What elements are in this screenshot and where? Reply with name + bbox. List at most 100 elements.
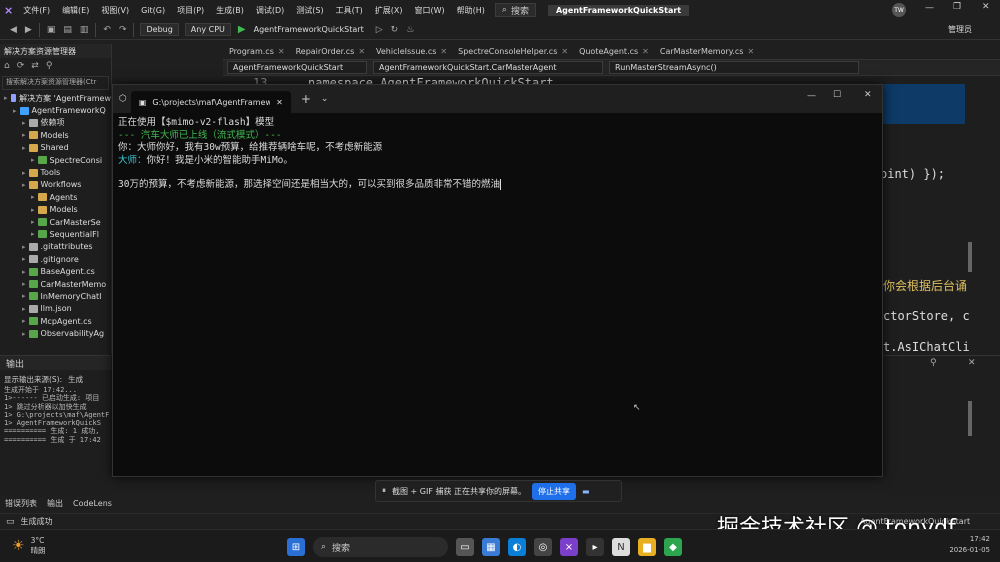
admin-label[interactable]: 管理员: [948, 24, 972, 35]
expand-chevron-icon[interactable]: ▸: [22, 169, 26, 177]
sync-icon[interactable]: ⟳: [17, 61, 25, 71]
tree-item[interactable]: ▸ Shared: [0, 142, 111, 154]
redo-icon[interactable]: ↷: [115, 25, 131, 35]
tree-item[interactable]: ▸ AgentFrameworkQ: [0, 104, 111, 116]
terminal-close-icon[interactable]: ✕: [864, 90, 872, 100]
editor-tab[interactable]: QuoteAgent.cs ✕: [573, 44, 654, 60]
new-tab-icon[interactable]: +: [301, 92, 311, 106]
menu-item[interactable]: 帮助(H): [451, 5, 491, 16]
expand-chevron-icon[interactable]: ▸: [22, 181, 26, 189]
terminal-minimize-icon[interactable]: —: [807, 91, 816, 101]
notion-icon[interactable]: N: [612, 538, 630, 556]
menu-item[interactable]: 调试(D): [250, 5, 290, 16]
menu-item[interactable]: Git(G): [135, 6, 171, 15]
nav-class[interactable]: AgentFrameworkQuickStart.CarMasterAgent: [373, 61, 603, 74]
start-icon[interactable]: ⊞: [287, 538, 305, 556]
expand-chevron-icon[interactable]: ▸: [22, 243, 26, 251]
tab-close-icon[interactable]: ✕: [747, 47, 754, 56]
tab-close-icon[interactable]: ✕: [440, 47, 447, 56]
clock[interactable]: 17:42 2026-01-05: [940, 534, 990, 556]
search-box[interactable]: ⌕ 搜索: [494, 3, 536, 17]
tab-close-icon[interactable]: ✕: [276, 98, 283, 107]
expand-chevron-icon[interactable]: ▸: [22, 280, 26, 288]
expand-chevron-icon[interactable]: ▸: [22, 317, 26, 325]
visual-studio-icon[interactable]: ⨯: [560, 538, 578, 556]
run-no-debug-icon[interactable]: ▷: [372, 25, 387, 35]
tree-item[interactable]: ▸ Agents: [0, 191, 111, 203]
tab-close-icon[interactable]: ✕: [561, 47, 568, 56]
expand-chevron-icon[interactable]: ▸: [31, 230, 35, 238]
edge-icon[interactable]: ◐: [508, 538, 526, 556]
tree-item[interactable]: ▸ SpectreConsi: [0, 154, 111, 166]
tab-error-list[interactable]: 错误列表: [0, 498, 42, 509]
tree-item[interactable]: ▸ Models: [0, 204, 111, 216]
editor-tab[interactable]: VehicleIssue.cs ✕: [370, 44, 452, 60]
screen-icon[interactable]: ▬: [582, 487, 590, 496]
nav-project[interactable]: AgentFrameworkQuickStart: [227, 61, 367, 74]
nav-member[interactable]: RunMasterStreamAsync(): [609, 61, 859, 74]
close-icon[interactable]: ✕: [982, 2, 990, 12]
tree-item[interactable]: ▸ CarMasterMemo: [0, 278, 111, 290]
pin-icon[interactable]: ⚲: [930, 358, 937, 368]
chrome-icon[interactable]: ◎: [534, 538, 552, 556]
tree-item[interactable]: ▸ 解决方案 'AgentFramew: [0, 92, 111, 104]
menu-item[interactable]: 文件(F): [17, 5, 56, 16]
tree-item[interactable]: ▸ BaseAgent.cs: [0, 265, 111, 277]
tree-item[interactable]: ▸ McpAgent.cs: [0, 315, 111, 327]
run-icon[interactable]: ▶: [238, 24, 246, 35]
tab-codelens[interactable]: CodeLens: [68, 499, 117, 508]
tab-dropdown-icon[interactable]: ⌄: [321, 94, 329, 104]
expand-chevron-icon[interactable]: ▸: [31, 218, 35, 226]
tree-item[interactable]: ▸ .gitattributes: [0, 241, 111, 253]
output-source-select[interactable]: 生成: [68, 374, 83, 385]
menu-item[interactable]: 工具(T): [330, 5, 369, 16]
expand-chevron-icon[interactable]: ▸: [22, 144, 26, 152]
tree-item[interactable]: ▸ .gitignore: [0, 253, 111, 265]
undo-icon[interactable]: ↶: [99, 25, 115, 35]
tree-item[interactable]: ▸ SequentialFl: [0, 228, 111, 240]
terminal-tab[interactable]: ▣ G:\projects\maf\AgentFramew ✕: [130, 91, 291, 113]
tree-item[interactable]: ▸ Workflows: [0, 179, 111, 191]
expand-chevron-icon[interactable]: ▸: [31, 206, 35, 214]
weather-widget[interactable]: 3°C 晴朗: [31, 536, 46, 556]
app-icon[interactable]: ◆: [664, 538, 682, 556]
tab-close-icon[interactable]: ✕: [278, 47, 285, 56]
menu-item[interactable]: 窗口(W): [409, 5, 451, 16]
editor-tab[interactable]: RepairOrder.cs ✕: [290, 44, 370, 60]
menu-item[interactable]: 项目(P): [171, 5, 210, 16]
expand-chevron-icon[interactable]: ▸: [22, 305, 26, 313]
avatar[interactable]: TW: [892, 3, 906, 17]
restore-icon[interactable]: ❐: [953, 2, 961, 12]
taskbar-search[interactable]: ⌕ 搜索: [313, 537, 448, 557]
back-icon[interactable]: ◀: [6, 25, 21, 35]
editor-tab[interactable]: SpectreConsoleHelper.cs ✕: [452, 44, 573, 60]
pause-icon[interactable]: ⏸: [382, 486, 386, 496]
file-explorer-icon[interactable]: ▆: [638, 538, 656, 556]
menu-item[interactable]: 测试(S): [290, 5, 329, 16]
menu-item[interactable]: 编辑(E): [56, 5, 95, 16]
stop-sharing-button[interactable]: 停止共享: [532, 482, 577, 500]
tree-item[interactable]: ▸ ObservabilityAg: [0, 327, 111, 339]
solution-search-input[interactable]: 搜索解决方案资源管理器(Ctr: [2, 76, 109, 90]
expand-chevron-icon[interactable]: ▸: [4, 94, 8, 102]
save-all-icon[interactable]: ▥: [76, 25, 93, 35]
menu-item[interactable]: 生成(B): [210, 5, 250, 16]
menu-item[interactable]: 扩展(X): [369, 5, 409, 16]
tree-item[interactable]: ▸ InMemoryChatI: [0, 290, 111, 302]
flame-icon[interactable]: ♨: [402, 25, 418, 35]
tree-item[interactable]: ▸ 依赖项: [0, 117, 111, 129]
tree-item[interactable]: ▸ CarMasterSe: [0, 216, 111, 228]
tree-item[interactable]: ▸ Tools: [0, 166, 111, 178]
expand-chevron-icon[interactable]: ▸: [13, 107, 17, 115]
hot-reload-icon[interactable]: ↻: [387, 25, 403, 35]
platform-select[interactable]: Any CPU: [184, 23, 231, 36]
menu-item[interactable]: 视图(V): [95, 5, 135, 16]
editor-scrollbar[interactable]: [968, 242, 972, 272]
tab-close-icon[interactable]: ✕: [642, 47, 649, 56]
terminal-app-icon[interactable]: ▸: [586, 538, 604, 556]
new-item-icon[interactable]: ▣: [43, 25, 60, 35]
terminal-output[interactable]: 正在使用【$mimo-v2-flash】模型 --- 汽车大师已上线（流式模式）…: [113, 113, 882, 196]
swap-icon[interactable]: ⇄: [31, 61, 39, 71]
expand-chevron-icon[interactable]: ▸: [22, 255, 26, 263]
expand-chevron-icon[interactable]: ▸: [31, 193, 35, 201]
